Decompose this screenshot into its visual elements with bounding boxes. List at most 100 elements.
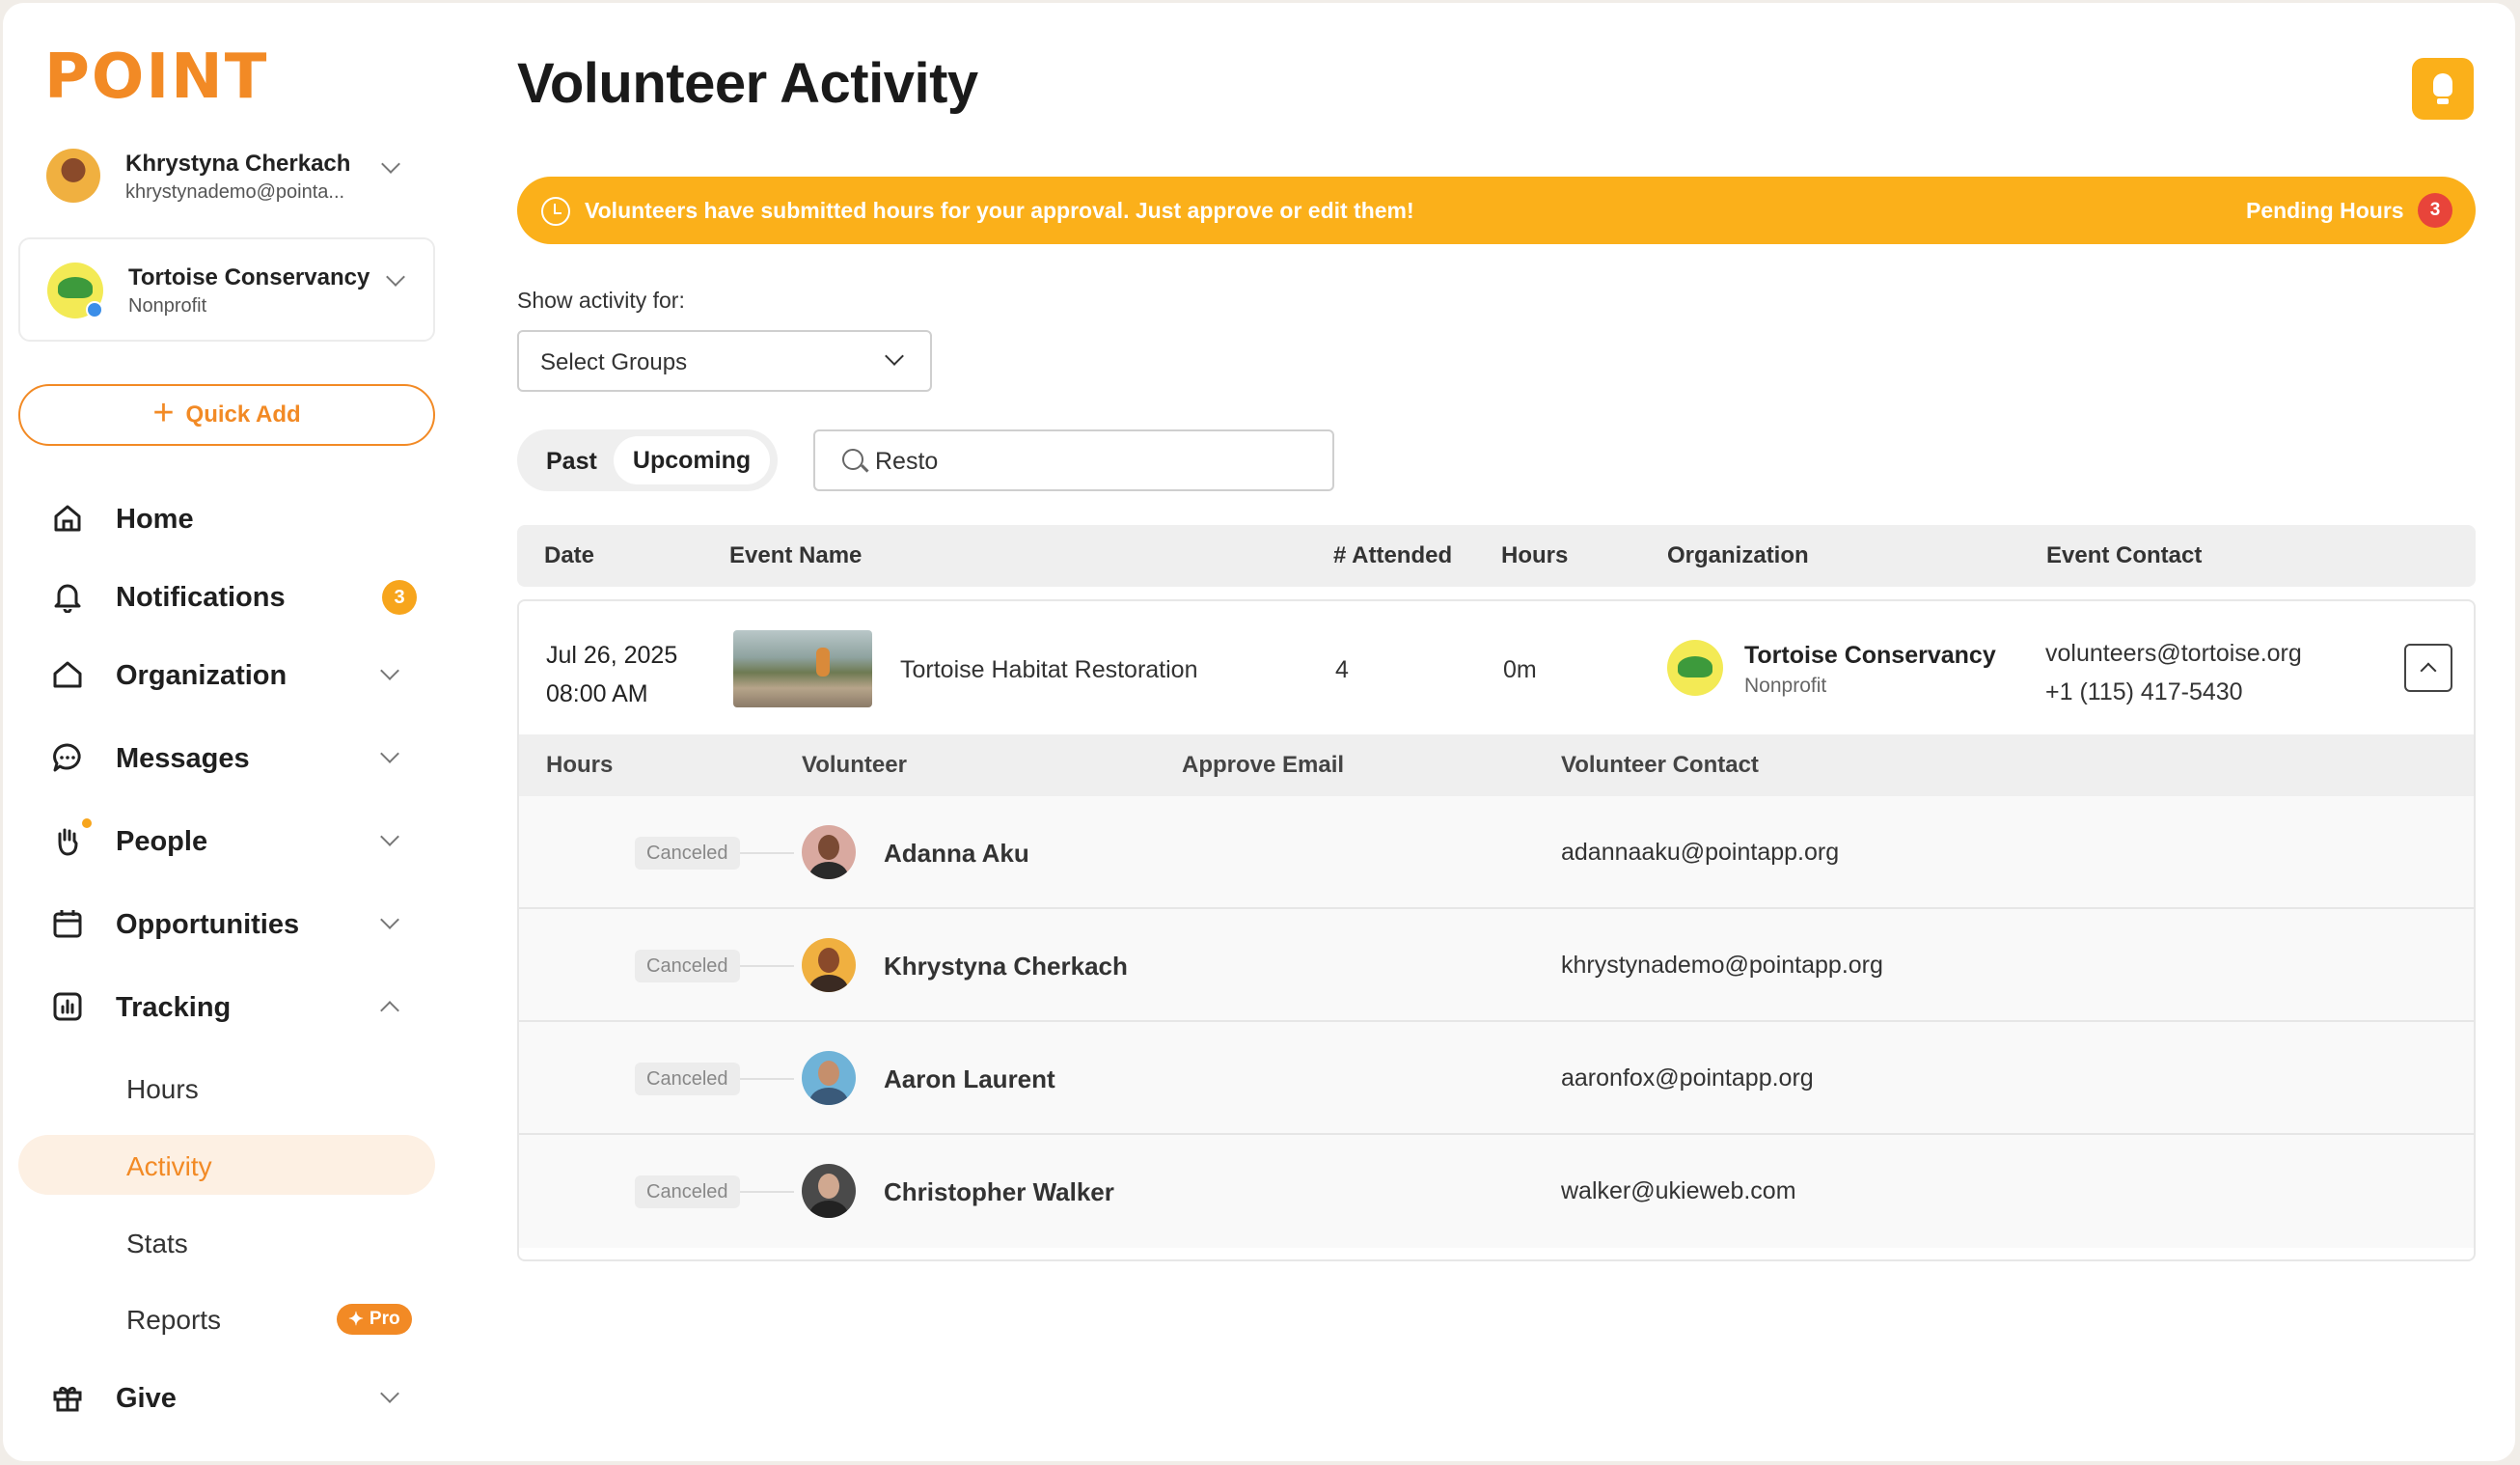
org-type: Nonprofit — [128, 295, 207, 317]
plus-icon: + — [152, 393, 175, 433]
search-input[interactable] — [875, 445, 1300, 478]
org-logo — [1667, 640, 1723, 696]
sidebar-item-people[interactable]: People — [3, 811, 456, 869]
calendar-icon — [53, 910, 82, 938]
connector-line — [736, 1191, 794, 1193]
sidebar-subitem-reports[interactable]: Reports ✦ Pro — [18, 1288, 435, 1348]
org-logo — [47, 263, 103, 318]
volunteer-email[interactable]: aaronfox@pointapp.org — [1561, 1064, 1814, 1092]
volunteer-row[interactable]: Canceled Christopher Walker walker@ukiew… — [519, 1135, 2474, 1248]
sidebar-subitem-label: Hours — [126, 1074, 199, 1104]
volunteer-name[interactable]: Khrystyna Cherkach — [884, 952, 1128, 981]
hand-icon — [58, 828, 78, 856]
turtle-icon — [58, 277, 93, 298]
tab-past[interactable]: Past — [546, 448, 597, 476]
sparkle-icon: ✦ — [348, 1309, 364, 1330]
chevron-up-icon — [380, 1001, 399, 1020]
time-toggle: Past Upcoming — [517, 429, 778, 491]
volunteer-name[interactable]: Christopher Walker — [884, 1177, 1114, 1207]
volunteer-row[interactable]: Canceled Khrystyna Cherkach khrystynadem… — [519, 909, 2474, 1022]
quick-add-button[interactable]: + Quick Add — [18, 384, 435, 446]
select-groups-dropdown[interactable]: Select Groups — [517, 330, 932, 392]
event-card: Jul 26, 2025 08:00 AM Tortoise Habitat R… — [517, 599, 2476, 1261]
volunteer-email[interactable]: walker@ukieweb.com — [1561, 1177, 1796, 1205]
sidebar-item-label: Give — [116, 1383, 177, 1414]
sidebar-item-label: Tracking — [116, 992, 232, 1023]
status-badge: Canceled — [635, 950, 740, 982]
user-email: khrystynademo@pointa... — [125, 181, 345, 203]
sidebar-subitem-activity[interactable]: Activity — [18, 1135, 435, 1195]
sidebar-item-label: Notifications — [116, 582, 286, 613]
pro-badge-label: Pro — [369, 1309, 400, 1329]
tab-upcoming[interactable]: Upcoming — [614, 436, 770, 484]
pending-hours-banner[interactable]: Volunteers have submitted hours for your… — [517, 177, 2476, 244]
event-contact-email[interactable]: volunteers@tortoise.org — [2045, 634, 2302, 673]
gift-icon — [53, 1386, 82, 1412]
collapse-button[interactable] — [2404, 644, 2452, 692]
sidebar-item-label: Opportunities — [116, 909, 300, 940]
sidebar-item-opportunities[interactable]: Opportunities — [3, 894, 456, 952]
banner-message: Volunteers have submitted hours for your… — [585, 198, 1414, 223]
avatar-body — [809, 862, 848, 879]
volunteer-row[interactable]: Canceled Adanna Aku adannaaku@pointapp.o… — [519, 796, 2474, 909]
event-row[interactable]: Jul 26, 2025 08:00 AM Tortoise Habitat R… — [519, 601, 2474, 734]
sidebar-item-notifications[interactable]: Notifications 3 — [3, 567, 456, 624]
sidebar-item-give[interactable]: Give — [3, 1368, 456, 1425]
event-name[interactable]: Tortoise Habitat Restoration — [900, 656, 1197, 684]
avatar — [802, 1051, 856, 1105]
chevron-down-icon — [380, 1384, 399, 1403]
volunteer-name[interactable]: Aaron Laurent — [884, 1064, 1055, 1094]
volunteer-row[interactable]: Canceled Aaron Laurent aaronfox@pointapp… — [519, 1022, 2474, 1135]
chart-icon — [53, 992, 82, 1021]
avatar-body — [809, 975, 848, 992]
page-title: Volunteer Activity — [517, 52, 978, 115]
column-header: Hours — [1501, 542, 1569, 568]
org-switcher[interactable]: Tortoise Conservancy Nonprofit — [18, 237, 435, 342]
connector-line — [736, 852, 794, 854]
avatar-head — [818, 1061, 839, 1086]
user-name: Khrystyna Cherkach — [125, 151, 351, 177]
sidebar-item-label: Organization — [116, 660, 288, 691]
pending-hours-link[interactable]: Pending Hours — [2246, 198, 2404, 224]
avatar-body — [809, 1201, 848, 1218]
point-logo[interactable]: POINT — [44, 41, 268, 113]
sidebar-item-tracking[interactable]: Tracking — [3, 977, 456, 1035]
sidebar-item-label: Messages — [116, 743, 250, 774]
avatar-body — [809, 1088, 848, 1105]
volunteer-email[interactable]: khrystynademo@pointapp.org — [1561, 952, 1883, 980]
user-switcher[interactable]: Khrystyna Cherkach khrystynademo@pointa.… — [46, 143, 413, 220]
column-header: Volunteer — [802, 752, 907, 778]
pro-badge: ✦ Pro — [337, 1304, 412, 1335]
sidebar-subitem-hours[interactable]: Hours — [18, 1058, 435, 1118]
volunteer-email[interactable]: adannaaku@pointapp.org — [1561, 839, 1839, 867]
sidebar-item-organization[interactable]: Organization — [3, 645, 456, 703]
column-header: Hours — [546, 752, 614, 778]
status-badge: Canceled — [635, 837, 740, 870]
lightbulb-base — [2437, 98, 2449, 104]
quick-add-label: Quick Add — [185, 401, 301, 428]
thumbnail-person — [816, 648, 830, 677]
sidebar-item-home[interactable]: Home — [3, 488, 456, 546]
sidebar-item-label: Home — [116, 504, 194, 535]
event-org-type: Nonprofit — [1744, 675, 1827, 697]
table-header: Date Event Name # Attended Hours Organiz… — [517, 525, 2476, 587]
clock-icon — [541, 197, 570, 226]
search-box[interactable] — [813, 429, 1334, 491]
bell-icon — [54, 584, 81, 613]
lightbulb-icon — [2433, 73, 2452, 97]
event-hours: 0m — [1503, 656, 1537, 683]
volunteer-name[interactable]: Adanna Aku — [884, 839, 1029, 869]
sidebar-subitem-label: Stats — [126, 1229, 188, 1258]
notice-dot — [82, 818, 92, 828]
chevron-down-icon — [885, 346, 904, 366]
event-thumbnail — [733, 630, 872, 707]
app-window: POINT Khrystyna Cherkach khrystynademo@p… — [3, 3, 2515, 1461]
user-avatar — [46, 149, 100, 203]
sidebar-item-messages[interactable]: Messages — [3, 728, 456, 786]
chevron-down-icon — [381, 154, 400, 174]
event-contact-phone[interactable]: +1 (115) 417-5430 — [2045, 673, 2302, 711]
sidebar-subitem-stats[interactable]: Stats — [18, 1212, 435, 1272]
tips-button[interactable] — [2412, 58, 2474, 120]
event-date-day: Jul 26, 2025 — [546, 642, 678, 669]
chevron-up-icon — [2420, 662, 2437, 679]
